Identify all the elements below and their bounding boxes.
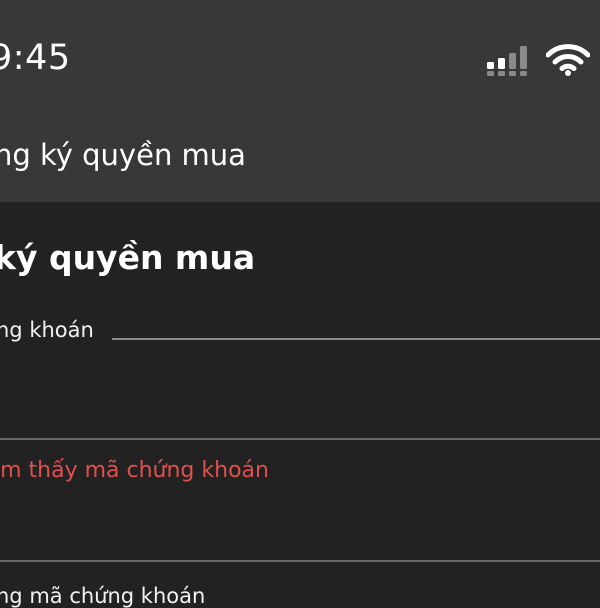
- status-bar: 9:45: [0, 0, 600, 112]
- cellular-signal-icon: [487, 46, 527, 76]
- wifi-icon: [546, 44, 590, 76]
- field-divider: [0, 560, 600, 562]
- status-time: 9:45: [0, 38, 71, 78]
- field-divider: [0, 438, 600, 440]
- app-bar: ng ký quyền mua: [0, 112, 600, 202]
- error-message: ìm thấy mã chứng khoán: [0, 458, 269, 483]
- page-heading: ký quyền mua: [0, 238, 256, 277]
- next-field-label: ng mã chứng khoán: [0, 584, 206, 608]
- stock-code-field-outline: [112, 338, 600, 340]
- stock-code-field-label: ng khoán: [0, 318, 94, 342]
- stock-code-field[interactable]: [0, 342, 600, 438]
- app-bar-title: ng ký quyền mua: [0, 138, 246, 172]
